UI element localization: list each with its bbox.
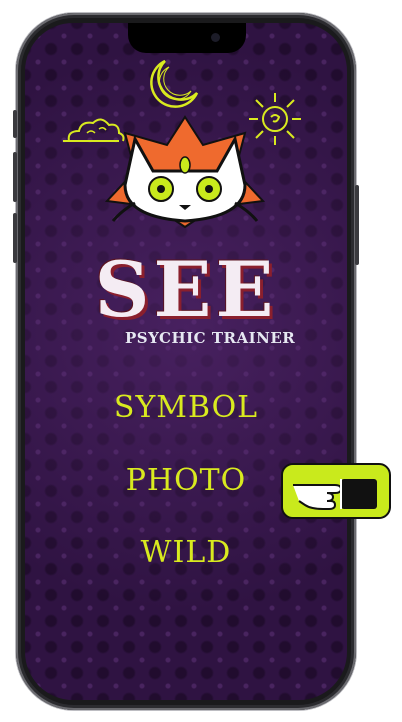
app-title: SEE <box>94 245 278 334</box>
silent-switch <box>13 110 17 138</box>
notch <box>128 23 246 53</box>
symbol-button[interactable]: SYMBOL <box>25 390 347 425</box>
camera <box>211 33 220 42</box>
pointer-tab[interactable] <box>281 463 391 519</box>
volume-down-button <box>13 213 17 263</box>
app-subtitle: PSYCHIC TRAINER <box>125 329 296 347</box>
power-button <box>355 185 359 265</box>
pointing-hand-icon <box>293 479 377 510</box>
app-screen: SEE PSYCHIC TRAINER SYMBOL PHOTO WILD <box>25 23 347 700</box>
wild-button[interactable]: WILD <box>25 535 347 570</box>
cat-face-logo <box>104 115 266 229</box>
volume-up-button <box>13 152 17 202</box>
crescent-moon-icon <box>150 59 199 108</box>
